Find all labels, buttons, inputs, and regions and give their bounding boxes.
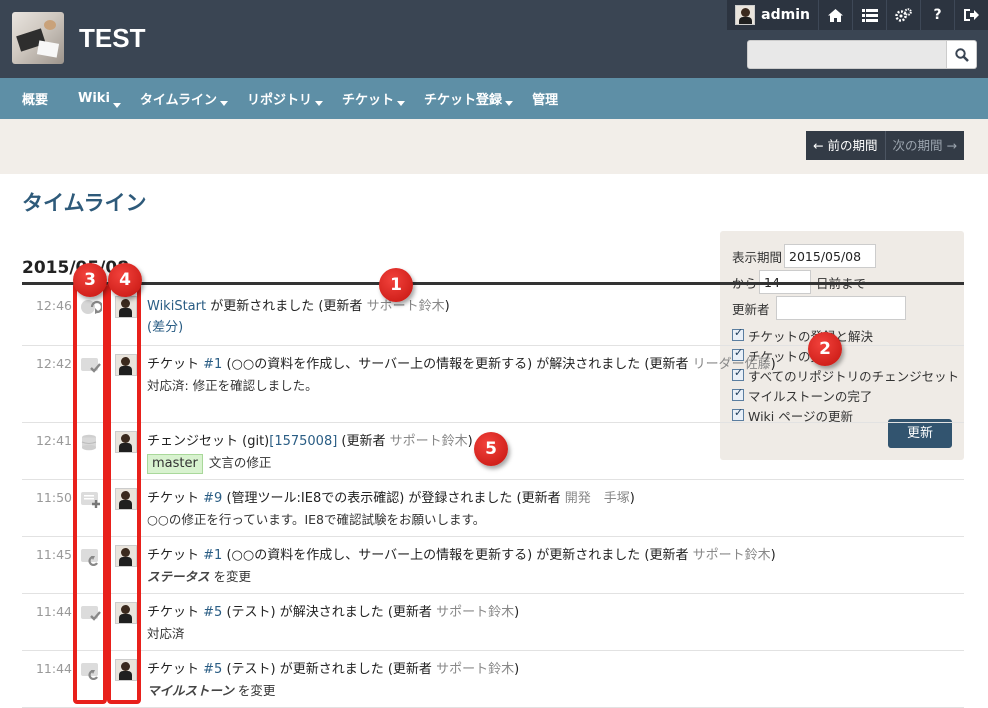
author-link[interactable]: 開発 手塚 <box>565 491 630 506</box>
author-link[interactable]: サポート鈴木 <box>436 662 514 677</box>
event-description: を変更 <box>233 683 276 698</box>
author-link[interactable]: サポート鈴木 <box>693 548 771 563</box>
event-description: ○○の修正を行っています。IE8で確認試験をお願いします。 <box>147 512 486 527</box>
help-icon[interactable]: ? <box>920 0 954 30</box>
event-description: 対応済 <box>147 626 185 641</box>
event-time: 12:41 <box>35 433 72 448</box>
project-logo[interactable] <box>12 12 64 64</box>
gears-icon[interactable] <box>886 0 920 30</box>
user-avatar <box>735 5 756 25</box>
event-link[interactable]: WikiStart <box>147 299 206 314</box>
ticket-link[interactable]: #9 <box>203 491 222 506</box>
changed-field: マイルストーン <box>147 683 234 698</box>
timeline-event: 11:44 チケット #5 (テスト) が更新されました (更新者 サポート鈴木… <box>22 651 964 708</box>
author-link[interactable]: サポート鈴木 <box>367 299 445 314</box>
nav-item-tickets[interactable]: チケット <box>334 89 406 108</box>
main-nav: 概要 Wiki タイムライン リポジトリ チケット チケット登録 管理 <box>0 78 988 127</box>
event-description: 文言の修正 <box>208 455 272 470</box>
timeline-event: 11:45 チケット #1 (○○の資料を作成し、サーバー上の情報を更新する) … <box>22 537 964 594</box>
annotation-frame-avatars <box>107 282 141 704</box>
nav-item-new-ticket[interactable]: チケット登録 <box>416 89 514 108</box>
previous-period-button[interactable]: ← 前の期間 <box>806 131 885 160</box>
ticket-link[interactable]: #1 <box>203 548 222 563</box>
annotation-badge-1: 1 <box>379 268 413 302</box>
home-icon[interactable] <box>818 0 852 30</box>
event-description: を変更 <box>209 569 251 584</box>
nav-item-admin[interactable]: 管理 <box>524 89 566 108</box>
timeline-event: 11:50 チケット #9 (管理ツール:IE8での表示確認) が登録されました… <box>22 480 964 537</box>
user-name: admin <box>761 7 810 23</box>
user-menu[interactable]: admin <box>727 0 818 30</box>
ticket-link[interactable]: #1 <box>203 357 222 372</box>
annotation-badge-4: 4 <box>108 263 142 297</box>
next-period-button[interactable]: 次の期間 → <box>884 131 964 160</box>
event-time: 11:45 <box>35 547 72 562</box>
annotation-badge-2: 2 <box>808 332 842 366</box>
event-time: 11:44 <box>35 604 72 619</box>
app-header: TEST admin ? <box>0 0 988 78</box>
annotation-frame-icons <box>73 282 107 704</box>
timeline-date-heading: 2015/05/08 <box>22 258 964 285</box>
nav-item-timeline[interactable]: タイムライン <box>132 89 229 127</box>
nav-item-overview[interactable]: 概要 <box>14 89 56 108</box>
site-title[interactable]: TEST <box>79 23 145 54</box>
event-time: 11:50 <box>35 490 72 505</box>
search-box <box>747 40 977 69</box>
page-title: タイムライン <box>22 191 147 215</box>
event-time: 12:46 <box>35 298 72 313</box>
search-input[interactable] <box>747 40 947 69</box>
branch-badge[interactable]: master <box>147 454 203 474</box>
ticket-link[interactable]: #5 <box>203 662 222 677</box>
search-icon <box>954 47 969 62</box>
event-time: 12:42 <box>35 356 72 371</box>
annotation-badge-3: 3 <box>73 263 107 297</box>
event-description: 対応済: 修正を確認しました。 <box>147 378 318 393</box>
author-link[interactable]: リーダー佐藤 <box>693 357 771 372</box>
nav-item-repository[interactable]: リポジトリ <box>239 89 324 108</box>
logout-icon[interactable] <box>954 0 988 30</box>
nav-item-wiki[interactable]: Wiki <box>70 91 121 108</box>
top-toolbar: admin ? <box>727 0 988 30</box>
list-icon[interactable] <box>852 0 886 30</box>
changeset-link[interactable]: [1575008] <box>269 434 337 449</box>
diff-link[interactable]: (差分) <box>147 320 183 335</box>
period-bar: ← 前の期間 次の期間 → <box>0 119 988 174</box>
search-button[interactable] <box>947 40 977 69</box>
timeline-event: 11:44 チケット #5 (テスト) が解決されました (更新者 サポート鈴木… <box>22 594 964 651</box>
annotation-badge-5: 5 <box>474 432 508 466</box>
event-time: 11:44 <box>35 661 72 676</box>
author-link[interactable]: サポート鈴木 <box>390 434 468 449</box>
changed-field: ステータス <box>147 569 210 584</box>
author-link[interactable]: サポート鈴木 <box>436 605 514 620</box>
ticket-link[interactable]: #5 <box>203 605 222 620</box>
